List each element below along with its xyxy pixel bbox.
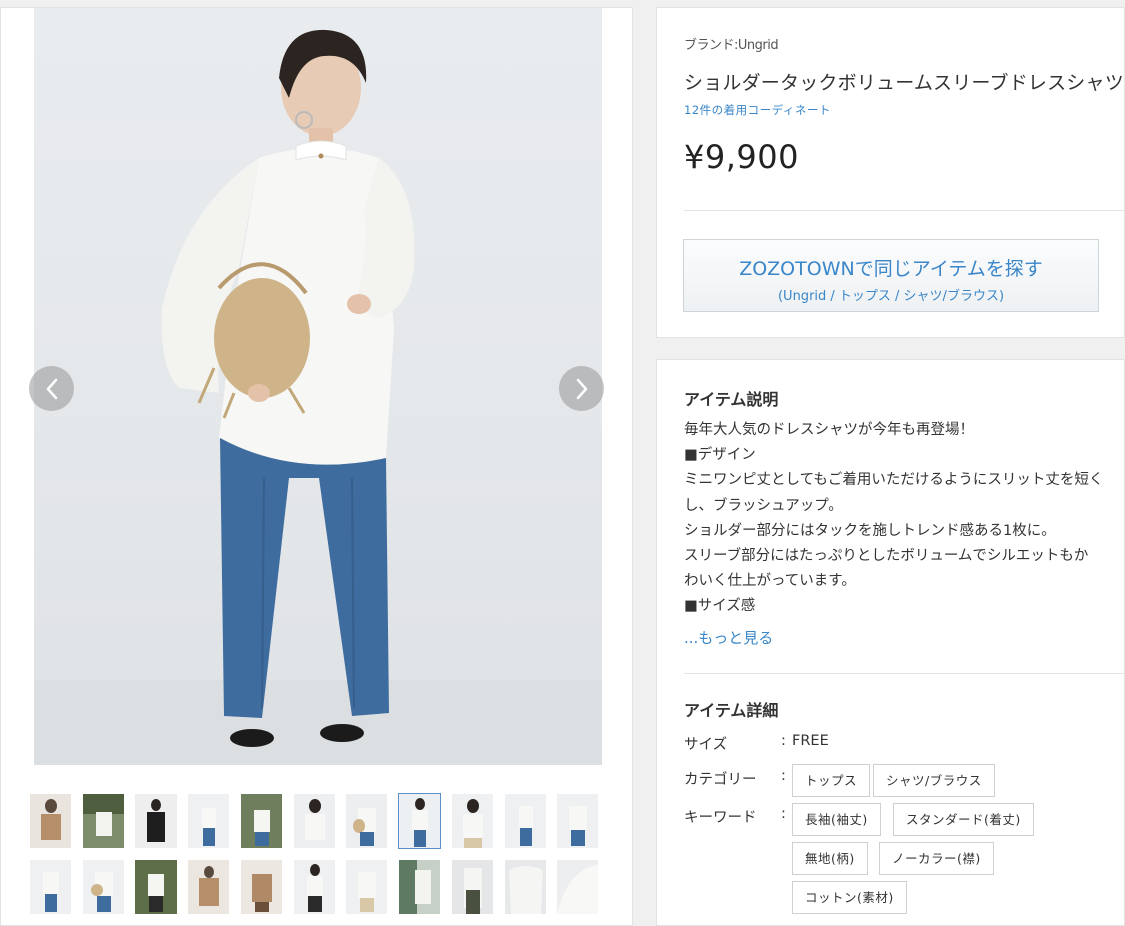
thumbnail[interactable] xyxy=(293,860,335,914)
product-title: ショルダータックボリュームスリーブドレスシャツ xyxy=(684,72,1124,94)
keyword-tag-no-collar[interactable]: ノーカラー(襟) xyxy=(879,842,994,875)
category-label: カテゴリー xyxy=(684,772,757,788)
item-info-panel: アイテム説明 毎年大人気のドレスシャツが今年も再登場！ ■デザイン ミニワンピ丈… xyxy=(656,359,1125,926)
divider xyxy=(684,673,1124,674)
thumbnail[interactable] xyxy=(451,794,493,848)
category-tag-tops[interactable]: トップス xyxy=(792,764,871,797)
divider xyxy=(684,210,1124,211)
size-value: FREE xyxy=(792,733,829,749)
thumbnail[interactable] xyxy=(504,860,546,914)
zozotown-button-label: ZOZOTOWNで同じアイテムを探す xyxy=(739,258,1043,280)
keyword-colon: : xyxy=(781,806,786,822)
zozotown-search-button[interactable]: ZOZOTOWNで同じアイテムを探す (Ungrid / トップス / シャツ/… xyxy=(683,239,1099,312)
item-description-heading: アイテム説明 xyxy=(684,390,779,409)
size-colon: : xyxy=(781,733,786,749)
description-line: ■サイズ感 xyxy=(684,598,756,615)
thumbnail[interactable] xyxy=(399,860,441,914)
thumbnail[interactable] xyxy=(240,860,282,914)
thumbnail[interactable] xyxy=(451,860,493,914)
thumbnail[interactable] xyxy=(557,860,599,914)
thumbnail[interactable] xyxy=(293,794,335,848)
keyword-tag-cotton[interactable]: コットン(素材) xyxy=(792,881,907,914)
chevron-left-icon xyxy=(46,378,57,399)
thumbnail[interactable] xyxy=(30,794,72,848)
thumbnail[interactable] xyxy=(82,794,124,848)
item-description-text: 毎年大人気のドレスシャツが今年も再登場！ ■デザイン ミニワンピ丈としてもご着用… xyxy=(684,418,1114,620)
thumbnail[interactable] xyxy=(135,794,177,848)
category-colon: : xyxy=(781,768,786,784)
zozotown-button-category: (Ungrid / トップス / シャツ/ブラウス) xyxy=(777,289,1005,304)
item-details-heading: アイテム詳細 xyxy=(684,701,779,720)
thumbnail[interactable] xyxy=(504,794,546,848)
category-tag-shirts-blouses[interactable]: シャツ/ブラウス xyxy=(873,764,995,797)
description-line: わいく仕上がっています。 xyxy=(684,573,856,590)
thumbnail[interactable] xyxy=(240,794,282,848)
keyword-label: キーワード xyxy=(684,810,757,826)
thumbnail[interactable] xyxy=(346,794,388,848)
product-price: ¥9,900 xyxy=(684,138,799,176)
brand-label[interactable]: ブランド:Ungrid xyxy=(684,34,779,53)
size-label: サイズ xyxy=(684,737,728,753)
model-photo-illustration xyxy=(34,29,602,765)
thumbnail-row-1 xyxy=(30,793,610,849)
main-product-photo[interactable] xyxy=(34,8,602,765)
keyword-tag-solid[interactable]: 無地(柄) xyxy=(792,842,868,875)
image-gallery xyxy=(0,7,633,926)
description-line: スリーブ部分にはたっぷりとしたボリュームでシルエットもか xyxy=(684,548,1089,565)
thumbnail-row-2 xyxy=(30,860,610,914)
description-line: ミニワンピ丈としてもご着用いただけるようにスリット丈を短く xyxy=(684,472,1104,489)
thumbnail[interactable] xyxy=(188,860,230,914)
thumbnail[interactable] xyxy=(346,860,388,914)
keyword-tag-long-sleeve[interactable]: 長袖(袖丈) xyxy=(792,803,881,836)
description-line: ショルダー部分にはタックを施しトレンド感ある1枚に。 xyxy=(684,522,1056,539)
thumbnail-selected[interactable] xyxy=(398,793,442,849)
read-more-link[interactable]: ...もっと見る xyxy=(684,627,773,648)
thumbnail[interactable] xyxy=(82,860,124,914)
product-summary-panel: ブランド:Ungrid ショルダータックボリュームスリーブドレスシャツ 12件の… xyxy=(656,7,1125,338)
thumbnail[interactable] xyxy=(30,860,72,914)
coordinate-link[interactable]: 12件の着用コーディネート xyxy=(684,102,831,118)
description-line: し、ブラッシュアップ。 xyxy=(684,497,843,514)
thumbnail[interactable] xyxy=(188,794,230,848)
description-line: ■デザイン xyxy=(684,447,756,464)
thumbnail[interactable] xyxy=(135,860,177,914)
chevron-right-icon xyxy=(576,378,587,399)
previous-image-button[interactable] xyxy=(29,366,74,411)
description-line: 毎年大人気のドレスシャツが今年も再登場！ xyxy=(684,422,974,438)
next-image-button[interactable] xyxy=(559,366,604,411)
thumbnail[interactable] xyxy=(557,794,599,848)
keyword-tag-standard-length[interactable]: スタンダード(着丈) xyxy=(893,803,1034,836)
